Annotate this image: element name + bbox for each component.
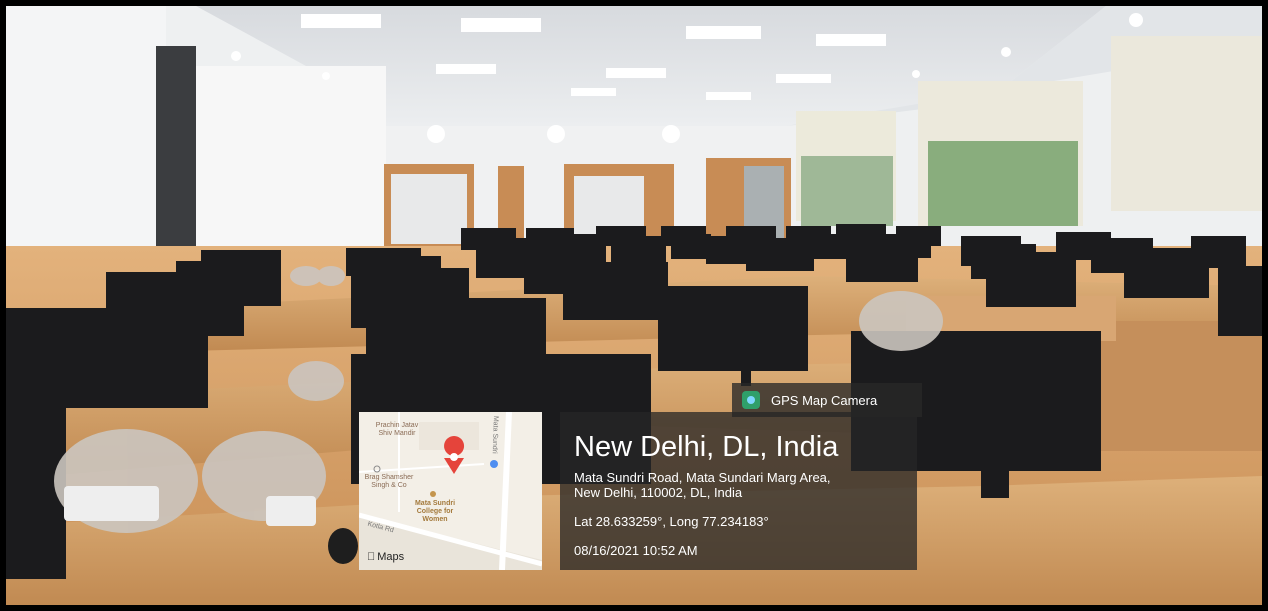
map-place-college: Mata Sundri College for Women [411,500,459,524]
maps-brand-text: Maps [369,551,404,563]
map-place-brag-line1: Brag Shamsher [364,474,414,481]
apple-maps-logo:  Maps [367,551,404,563]
address-text: Mata Sundri Road, Mata Sundari Marg Area… [574,470,905,500]
gps-camera-label: GPS Map Camera [771,392,878,408]
city-title: New Delhi, DL, India [574,431,839,463]
apple-logo-icon:  [367,551,375,563]
address-line2: New Delhi, 110002, DL, India [574,485,743,500]
map-road-mata-sundri-text: Mata Sundri [490,415,499,454]
map-place-prachin-line2: Shiv Mandir [378,430,416,437]
location-info-panel: New Delhi, DL, India Mata Sundri Road, M… [560,412,917,570]
map-place-college-line1: Mata Sundri [414,500,456,507]
address-line1: Mata Sundri Road, Mata Sundari Marg Area… [574,470,831,485]
map-place-brag-line2: Singh & Co [371,482,407,489]
timestamp-text: 08/16/2021 10:52 AM [574,543,698,558]
photo-frame: GPS Map Camera Prachin Jatav Shiv Mandir… [0,0,1268,611]
gps-map-camera-icon [742,391,760,409]
map-place-college-line3: Women [422,516,448,523]
map-place-college-line2: College for [416,508,454,515]
map-place-prachin: Prachin Jatav Shiv Mandir [367,422,427,438]
map-place-prachin-line1: Prachin Jatav [375,422,419,429]
map-thumbnail: Prachin Jatav Shiv Mandir Brag Shamsher … [359,412,542,570]
coordinates-text: Lat 28.633259°, Long 77.234183° [574,514,769,529]
map-road-mata-sundri: Mata Sundri [490,416,499,454]
map-place-brag: Brag Shamsher Singh & Co [359,474,419,490]
